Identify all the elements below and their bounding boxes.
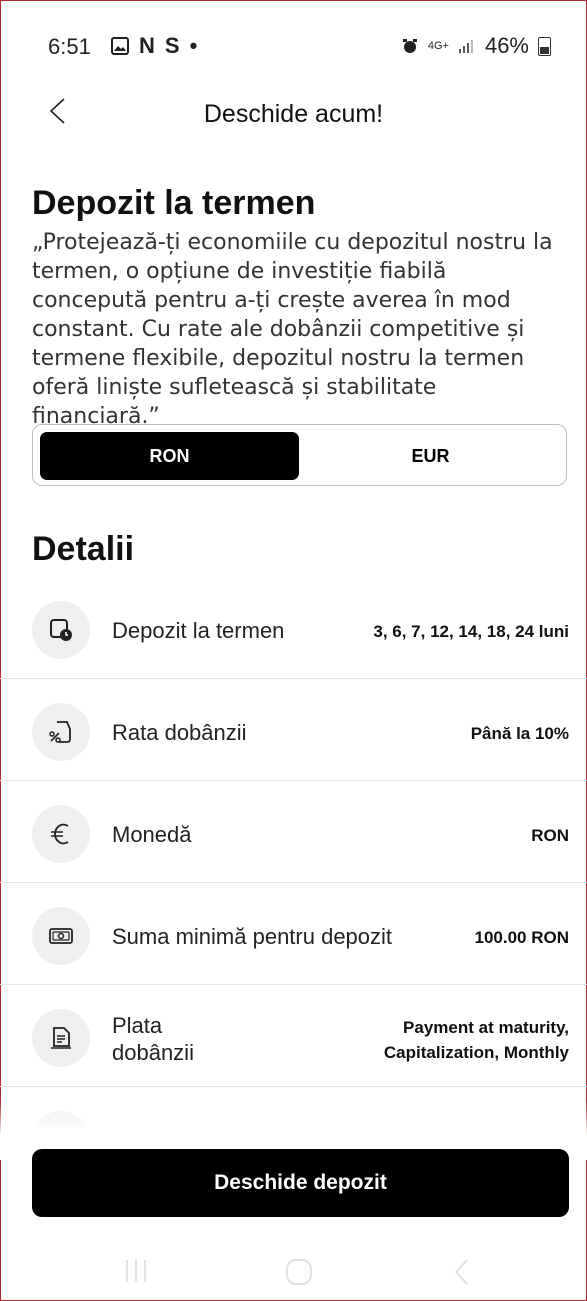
detail-value-line2: Capitalization, Monthly [383,1043,569,1062]
gallery-icon [111,37,129,55]
detail-value: 3, 6, 7, 12, 14, 18, 24 luni [373,622,569,641]
notification-icons: N S • [111,33,197,59]
signal-icon [458,40,473,53]
detail-label: Depozit la termen [112,618,285,643]
detail-row-term: Depozit la termen 3, 6, 7, 12, 14, 18, 2… [0,578,587,679]
detail-label-line2: dobânzii [112,1040,194,1065]
detail-value-line1: Payment at maturity, [403,1018,569,1037]
open-deposit-button[interactable]: Deschide depozit [32,1149,569,1217]
calendar-clock-icon [32,601,90,659]
percent-tag-icon [32,703,90,761]
system-icons: 4G+ 46% [401,33,551,59]
system-nav-bar [0,1240,587,1301]
currency-option-ron[interactable]: RON [40,432,299,480]
alarm-icon [402,39,417,53]
detail-label: Suma minimă pentru depozit [112,924,393,949]
n-app-icon: N [139,33,155,58]
header-title: Deschide acum! [203,100,384,128]
detail-value: RON [531,826,569,845]
detail-label: Monedă [112,822,192,847]
status-time: 6:51 [48,34,91,59]
currency-toggle: RON EUR [32,424,567,486]
battery-icon [538,36,551,56]
detail-row-interest-payment: Plata dobânzii Payment at maturity, Capi… [0,985,587,1087]
euro-icon [32,805,90,863]
home-icon[interactable] [285,1258,313,1286]
details-heading: Detalii [32,530,135,568]
detail-value: 100.00 RON [474,928,570,947]
detail-value: Până la 10% [470,724,569,743]
status-bar: 6:51 N S • 4G+ 46% [0,0,587,88]
system-back-icon[interactable] [452,1258,472,1286]
dot-icon: • [189,33,198,58]
detail-row-min-amount: Suma minimă pentru depozit 100.00 RON [0,883,587,985]
detail-row-currency: Monedă RON [0,781,587,883]
s-app-icon: S [164,33,180,58]
page-title: Depozit la termen [32,184,316,222]
detail-label: Rata dobânzii [112,720,247,745]
document-icon [32,1009,90,1067]
detail-label-line1: Plata [112,1013,163,1038]
recents-icon[interactable] [124,1258,148,1284]
currency-option-eur[interactable]: EUR [301,432,560,480]
product-description: „Protejează-ți economiile cu depozitul n… [32,230,553,429]
banknote-icon [32,907,90,965]
battery-percent: 46% [484,33,529,58]
network-type: 4G+ [427,40,449,52]
detail-row-interest: Rata dobânzii Până la 10% [0,679,587,781]
